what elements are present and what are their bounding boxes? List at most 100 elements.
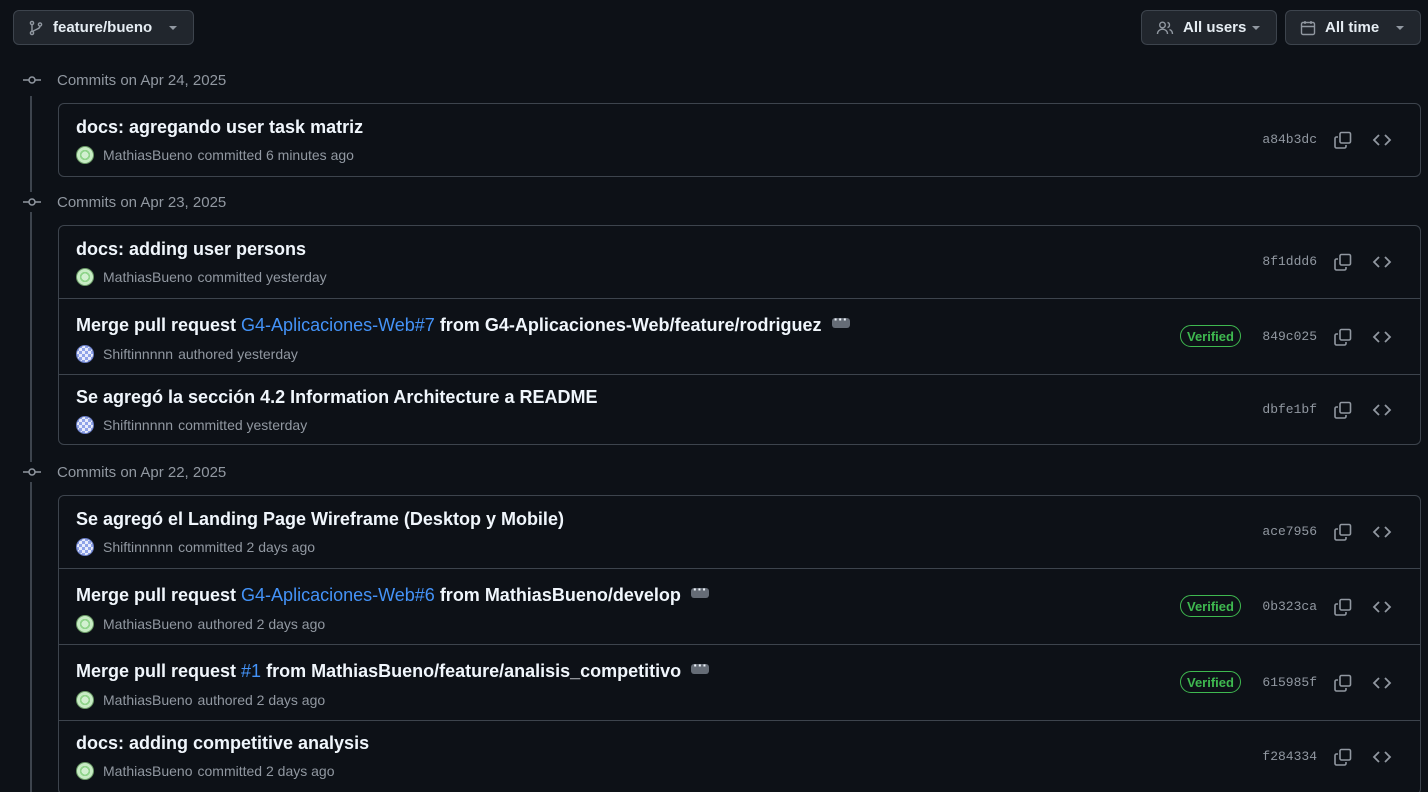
commit-meta: MathiasBueno authored 2 days ago: [76, 691, 325, 709]
commit-sha[interactable]: 849c025: [1262, 329, 1317, 344]
time-filter-button[interactable]: All time: [1285, 10, 1421, 45]
commit-sha[interactable]: a84b3dc: [1262, 132, 1317, 147]
expand-message-icon[interactable]: [690, 581, 709, 598]
commit-group-header: Commits on Apr 23, 2025: [20, 192, 226, 212]
users-filter-label: All users: [1183, 19, 1247, 36]
avatar[interactable]: [76, 416, 94, 434]
git-branch-icon: [29, 20, 43, 35]
copy-icon[interactable]: [1333, 747, 1353, 767]
expand-message-icon[interactable]: [831, 311, 850, 328]
commit-author[interactable]: MathiasBueno: [103, 763, 193, 779]
commit-sha[interactable]: 8f1ddd6: [1262, 254, 1317, 269]
commit-author[interactable]: MathiasBueno: [103, 269, 193, 285]
commit-message-prefix[interactable]: Merge pull request: [76, 315, 241, 336]
commit-sha[interactable]: 615985f: [1262, 675, 1317, 690]
commit-author[interactable]: Shiftinnnnn: [103, 417, 173, 433]
commit-message[interactable]: docs: adding competitive analysis: [76, 733, 369, 754]
browse-code-icon[interactable]: [1372, 673, 1392, 693]
avatar[interactable]: [76, 268, 94, 286]
browse-code-icon[interactable]: [1372, 522, 1392, 542]
commit-message[interactable]: Se agregó la sección 4.2 Information Arc…: [76, 387, 597, 408]
commit-meta: Shiftinnnnn committed yesterday: [76, 416, 307, 434]
browse-code-icon[interactable]: [1372, 747, 1392, 767]
commit-action: authored yesterday: [178, 346, 298, 362]
commit-meta: MathiasBueno committed 2 days ago: [76, 762, 334, 780]
commit-sha[interactable]: 0b323ca: [1262, 599, 1317, 614]
commit-action: committed 2 days ago: [197, 763, 335, 779]
users-filter-button[interactable]: All users: [1141, 10, 1277, 45]
commit-message[interactable]: Se agregó el Landing Page Wireframe (Des…: [76, 509, 564, 530]
commit-message-suffix[interactable]: from MathiasBueno/develop: [435, 585, 681, 606]
commit-action: committed yesterday: [178, 417, 308, 433]
commit-sha[interactable]: f284334: [1262, 749, 1317, 764]
commit-row: Merge pull request #1 from MathiasBueno/…: [59, 644, 1420, 720]
copy-icon[interactable]: [1333, 400, 1353, 420]
git-commit-icon: [20, 462, 44, 482]
browse-code-icon[interactable]: [1372, 597, 1392, 617]
browse-code-icon[interactable]: [1372, 327, 1392, 347]
people-icon: [1156, 21, 1174, 34]
commit-row: Se agregó la sección 4.2 Information Arc…: [59, 374, 1420, 444]
copy-icon[interactable]: [1333, 673, 1353, 693]
browse-code-icon[interactable]: [1372, 400, 1392, 420]
git-commit-icon: [20, 70, 44, 90]
branch-label: feature/bueno: [53, 19, 153, 36]
chevron-down-icon: [169, 26, 177, 30]
copy-icon[interactable]: [1333, 130, 1353, 150]
pull-request-link[interactable]: G4-Aplicaciones-Web#7: [241, 315, 435, 336]
commit-group-list: docs: agregando user task matriz Mathias…: [58, 103, 1421, 177]
avatar[interactable]: [76, 146, 94, 164]
commit-message[interactable]: docs: agregando user task matriz: [76, 117, 363, 138]
browse-code-icon[interactable]: [1372, 252, 1392, 272]
avatar[interactable]: [76, 345, 94, 363]
time-filter-label: All time: [1325, 19, 1380, 36]
commit-row: Se agregó el Landing Page Wireframe (Des…: [59, 496, 1420, 568]
verified-badge[interactable]: Verified: [1180, 325, 1241, 347]
commit-message-prefix[interactable]: Merge pull request: [76, 585, 241, 606]
commit-author[interactable]: MathiasBueno: [103, 147, 193, 163]
commit-message: Merge pull request G4-Aplicaciones-Web#7…: [76, 311, 850, 336]
commit-row: Merge pull request G4-Aplicaciones-Web#7…: [59, 298, 1420, 374]
commit-message[interactable]: docs: adding user persons: [76, 239, 306, 260]
copy-icon[interactable]: [1333, 522, 1353, 542]
commit-row: Merge pull request G4-Aplicaciones-Web#6…: [59, 568, 1420, 644]
commit-author[interactable]: MathiasBueno: [103, 616, 193, 632]
commit-action: authored 2 days ago: [197, 692, 326, 708]
commit-author[interactable]: Shiftinnnnn: [103, 346, 173, 362]
commit-action: committed yesterday: [197, 269, 327, 285]
commit-group-list: docs: adding user persons MathiasBueno c…: [58, 225, 1421, 445]
commit-group-date: Commits on Apr 22, 2025: [57, 463, 227, 481]
avatar[interactable]: [76, 538, 94, 556]
commit-action: committed 6 minutes ago: [197, 147, 354, 163]
browse-code-icon[interactable]: [1372, 130, 1392, 150]
commit-message-prefix[interactable]: Merge pull request: [76, 661, 241, 682]
pull-request-link[interactable]: #1: [241, 661, 261, 682]
commit-message: Merge pull request #1 from MathiasBueno/…: [76, 657, 710, 682]
commit-author[interactable]: MathiasBueno: [103, 692, 193, 708]
commit-author[interactable]: Shiftinnnnn: [103, 539, 173, 555]
pull-request-link[interactable]: G4-Aplicaciones-Web#6: [241, 585, 435, 606]
commit-group-header: Commits on Apr 24, 2025: [20, 70, 226, 90]
commit-row: docs: adding competitive analysis Mathia…: [59, 720, 1420, 792]
copy-icon[interactable]: [1333, 327, 1353, 347]
commit-meta: Shiftinnnnn committed 2 days ago: [76, 538, 315, 556]
commit-meta: MathiasBueno authored 2 days ago: [76, 615, 325, 633]
commit-message-suffix[interactable]: from MathiasBueno/feature/analisis_compe…: [261, 661, 681, 682]
avatar[interactable]: [76, 691, 94, 709]
commit-sha[interactable]: dbfe1bf: [1262, 402, 1317, 417]
verified-badge[interactable]: Verified: [1180, 595, 1241, 617]
avatar[interactable]: [76, 615, 94, 633]
commit-row: docs: adding user persons MathiasBueno c…: [59, 226, 1420, 298]
expand-message-icon[interactable]: [691, 657, 710, 674]
commit-action: authored 2 days ago: [197, 616, 326, 632]
branch-selector-button[interactable]: feature/bueno: [13, 10, 194, 45]
commit-group-date: Commits on Apr 23, 2025: [57, 193, 227, 211]
commit-sha[interactable]: ace7956: [1262, 524, 1317, 539]
verified-badge[interactable]: Verified: [1180, 671, 1241, 693]
commit-meta: MathiasBueno committed yesterday: [76, 268, 327, 286]
copy-icon[interactable]: [1333, 252, 1353, 272]
commit-message-suffix[interactable]: from G4-Aplicaciones-Web/feature/rodrigu…: [435, 315, 822, 336]
avatar[interactable]: [76, 762, 94, 780]
commit-action: committed 2 days ago: [178, 539, 316, 555]
copy-icon[interactable]: [1333, 597, 1353, 617]
